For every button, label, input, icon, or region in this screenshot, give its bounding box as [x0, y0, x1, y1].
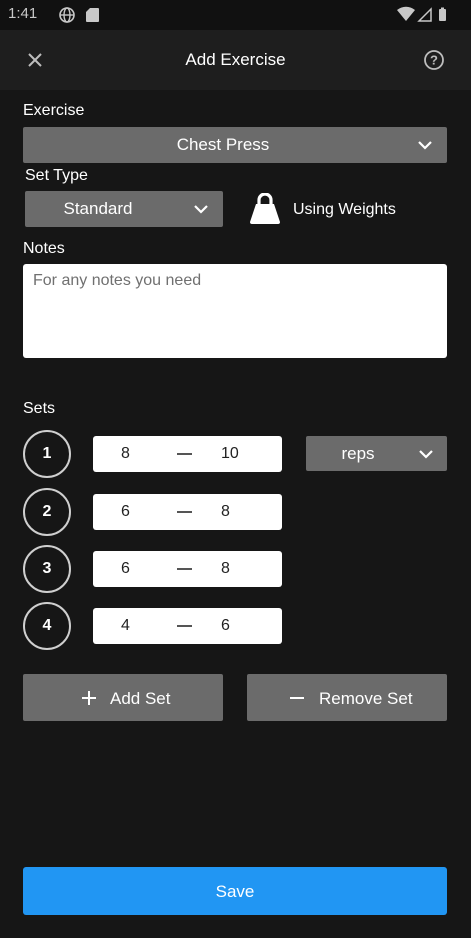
status-time: 1:41	[8, 5, 38, 22]
remove-set-label: Remove Set	[319, 689, 413, 708]
set-row: 4 4 6	[0, 602, 471, 650]
save-button-label: Save	[215, 882, 255, 901]
set-number-badge: 2	[23, 488, 71, 536]
set-min-reps-input[interactable]: 4	[121, 617, 130, 635]
app-bar: Add Exercise ?	[0, 30, 471, 90]
set-max-reps-input[interactable]: 8	[221, 503, 230, 521]
sim-card-icon	[86, 8, 99, 22]
set-range-input: 6 8	[93, 494, 282, 530]
globe-icon	[59, 7, 75, 23]
range-dash	[177, 453, 192, 455]
set-min-reps-input[interactable]: 6	[121, 560, 130, 578]
using-weights-label: Using Weights	[293, 201, 396, 218]
exercise-dropdown[interactable]: Chest Press	[23, 127, 447, 163]
set-range-input: 6 8	[93, 551, 282, 587]
set-range-input: 4 6	[93, 608, 282, 644]
set-number-badge: 4	[23, 602, 71, 650]
status-right-icons	[395, 6, 451, 29]
exercise-label: Exercise	[23, 102, 85, 119]
notes-input[interactable]	[23, 264, 447, 358]
set-min-reps-input[interactable]: 8	[121, 445, 130, 463]
exercise-dropdown-value: Chest Press	[176, 135, 270, 154]
set-max-reps-input[interactable]: 6	[221, 617, 230, 635]
help-button[interactable]: ?	[421, 47, 447, 73]
sets-label: Sets	[23, 400, 56, 417]
minus-icon	[290, 697, 304, 699]
add-set-label: Add Set	[110, 689, 171, 708]
status-bar: 1:41	[0, 0, 471, 30]
help-icon: ?	[424, 50, 444, 70]
plus-icon	[82, 691, 96, 705]
battery-icon	[439, 7, 446, 21]
range-dash	[177, 625, 192, 627]
status-left-icons	[58, 6, 102, 29]
chevron-down-icon	[418, 141, 432, 150]
set-type-label: Set Type	[25, 167, 88, 184]
wifi-icon	[397, 6, 415, 22]
remove-set-button[interactable]: Remove Set	[247, 674, 447, 721]
range-dash	[177, 568, 192, 570]
notes-field	[23, 264, 447, 358]
unit-dropdown-value: reps	[341, 443, 375, 463]
set-row: 3 6 8	[0, 545, 471, 593]
page-title: Add Exercise	[185, 50, 286, 69]
set-min-reps-input[interactable]: 6	[121, 503, 130, 521]
range-dash	[177, 511, 192, 513]
unit-dropdown[interactable]: reps	[306, 436, 447, 471]
chevron-down-icon	[194, 205, 208, 214]
chevron-down-icon	[419, 449, 433, 459]
set-max-reps-input[interactable]: 8	[221, 560, 230, 578]
set-range-input: 8 10	[93, 436, 282, 472]
add-set-button[interactable]: Add Set	[23, 674, 223, 721]
save-button[interactable]: Save	[23, 867, 447, 915]
set-number-badge: 1	[23, 430, 71, 478]
svg-text:?: ?	[430, 53, 438, 68]
using-weights-toggle[interactable]: Using Weights	[248, 192, 408, 226]
notes-label: Notes	[23, 240, 65, 257]
set-number-badge: 3	[23, 545, 71, 593]
set-max-reps-input[interactable]: 10	[221, 445, 239, 463]
kettlebell-icon	[250, 193, 280, 224]
set-row: 2 6 8	[0, 488, 471, 536]
signal-icon	[417, 7, 432, 22]
set-type-dropdown-value: Standard	[63, 199, 133, 218]
set-type-dropdown[interactable]: Standard	[25, 191, 223, 227]
